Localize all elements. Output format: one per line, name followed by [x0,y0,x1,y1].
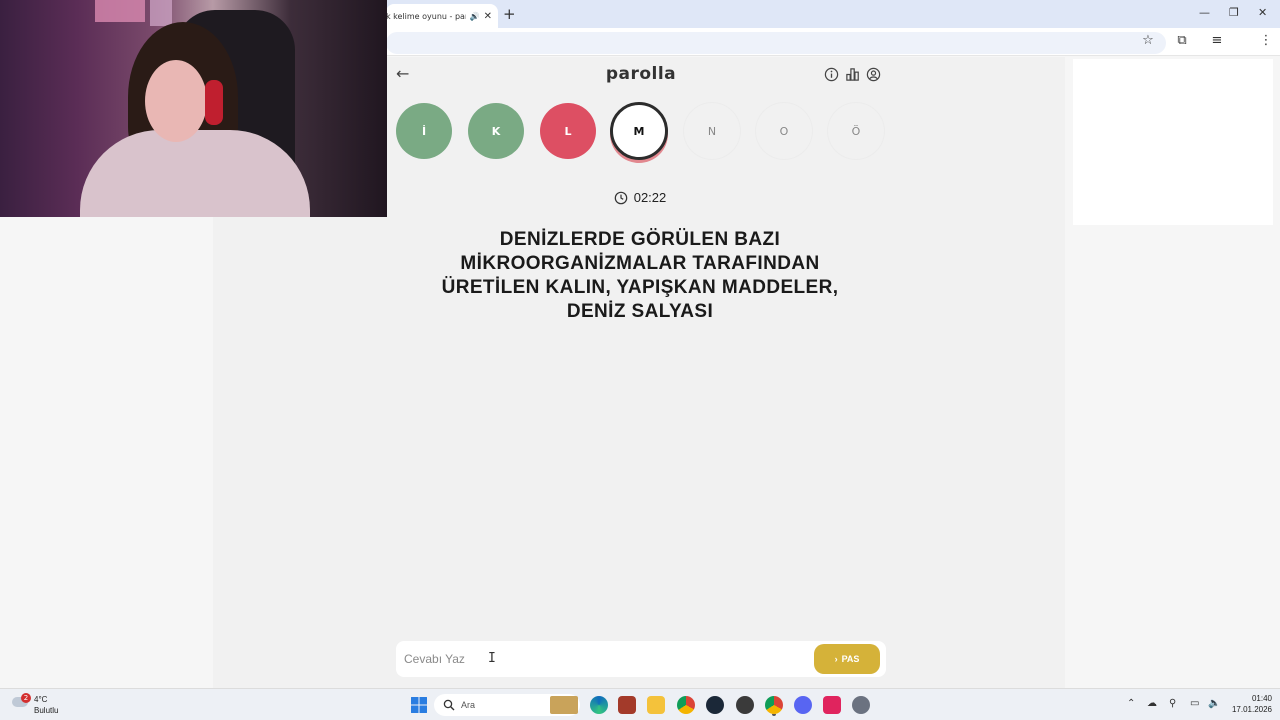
game-app-icon[interactable] [618,696,636,714]
letter-label: L [564,124,572,138]
weather-widget[interactable]: 2 4°C Bulutlu [12,693,72,717]
cloud-sync-icon[interactable]: ☁ [1147,698,1157,709]
webcam-overlay [0,0,387,217]
question-text: DENİZLERDE GÖRÜLEN BAZI MİKROORGANİZMALA… [441,229,839,322]
letter-label: Ö [851,124,861,138]
pass-button[interactable]: › PAS [814,644,880,674]
settings-icon[interactable] [852,696,870,714]
letter-label: M [633,124,645,138]
search-icon [443,699,455,711]
discord-icon[interactable] [794,696,812,714]
letter-circle: N [684,103,740,159]
timer: 02:22 [560,190,720,205]
taskbar: 2 4°C Bulutlu Ara ⌃ ☁ ⚲ ▭ 🔈 01:40 17.01.… [0,688,1280,720]
letter-circle: K [468,103,524,159]
letter-circle-active: M [610,102,668,160]
text-cursor-icon: I [488,651,496,666]
weather-temperature: 4°C [34,695,48,704]
clock-date: 17.01.2026 [1231,705,1272,714]
letter-circle: L [540,103,596,159]
headset [205,80,223,125]
wall-poster [95,0,145,22]
display-icon[interactable]: ▭ [1190,698,1199,709]
logo[interactable]: parolla [396,64,886,84]
url-field[interactable] [386,32,1166,54]
browser-tab[interactable]: k kelime oyunu - parolla 🔊 ✕ [386,4,498,28]
system-clock[interactable]: 01:40 17.01.2026 [1228,693,1272,715]
game-header: ← parolla [396,58,886,92]
side-panel [1073,59,1273,225]
windows-start-icon[interactable] [410,696,428,714]
notification-badge: 2 [21,693,31,703]
volume-icon[interactable]: 🔈 [1208,698,1220,709]
letter-label: K [491,124,501,138]
clock-icon [614,191,628,204]
minimize-icon[interactable]: — [1199,6,1210,19]
app-icon[interactable] [823,696,841,714]
clock-time: 01:40 [1251,694,1272,703]
search-highlight-icon[interactable] [550,696,578,714]
window-close-icon[interactable]: ✕ [1258,6,1267,19]
close-icon[interactable]: ✕ [484,11,492,22]
weather-description: Bulutlu [34,706,59,715]
search-placeholder: Ara [461,700,476,710]
star-icon[interactable]: ☆ [1139,32,1157,50]
wall-poster [150,0,172,26]
answer-input[interactable] [404,646,794,672]
extensions-icon[interactable]: ⧉ [1173,32,1191,50]
letter-track: İ K L M N O Ö [396,102,886,162]
chrome-icon[interactable] [677,696,695,714]
info-icon[interactable] [824,67,839,82]
letter-circle: İ [396,103,452,159]
new-tab-button[interactable]: + [503,5,516,23]
answer-bar: I › PAS [396,641,886,677]
chevron-right-icon: › [834,654,838,664]
stats-icon[interactable] [845,67,860,82]
menu-dots-icon[interactable]: ⋮ [1257,32,1275,50]
obs-icon[interactable] [736,696,754,714]
media-controls-icon[interactable]: ≡ [1208,32,1226,50]
speaker-icon[interactable]: 🔊 [470,12,480,21]
network-icon[interactable]: ⚲ [1169,698,1176,709]
user-icon[interactable] [866,67,881,82]
chrome-active-icon[interactable] [765,696,783,714]
letter-label: N [707,124,717,138]
file-explorer-icon[interactable] [647,696,665,714]
letter-circle: O [756,103,812,159]
timer-value: 02:22 [633,190,667,205]
letter-label: O [779,124,789,138]
steam-icon[interactable] [706,696,724,714]
streamer-face [145,60,207,142]
letter-label: İ [421,124,427,138]
edge-icon[interactable] [590,696,608,714]
restore-icon[interactable]: ❐ [1229,6,1239,19]
chevron-up-icon[interactable]: ⌃ [1127,698,1135,709]
pass-button-label: PAS [841,654,860,664]
tab-title: k kelime oyunu - parolla [386,11,466,21]
letter-circle: Ö [828,103,884,159]
